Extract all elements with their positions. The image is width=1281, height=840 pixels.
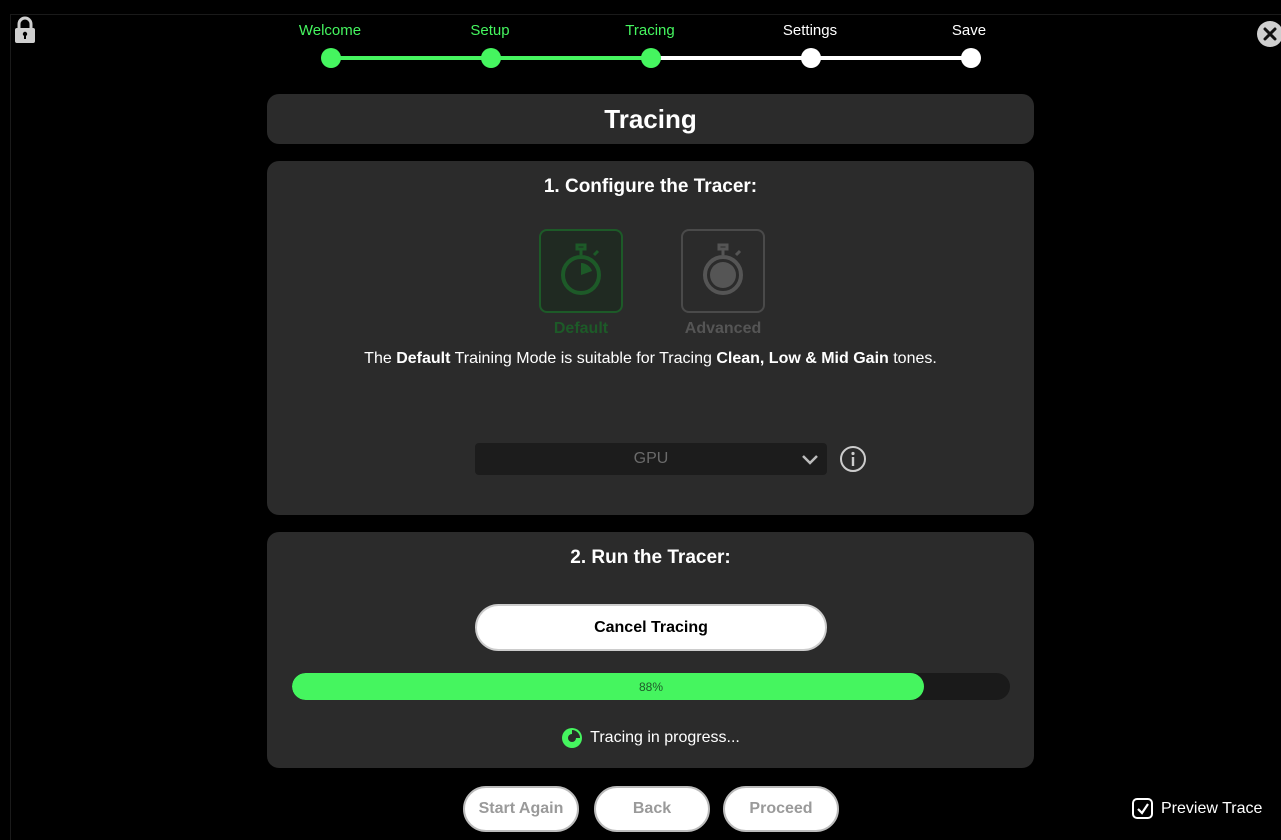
description-text: Training Mode is suitable for Tracing xyxy=(450,350,717,367)
mode-description: The Default Training Mode is suitable fo… xyxy=(267,350,1034,368)
mode-default-button[interactable] xyxy=(539,229,623,313)
stopwatch-icon xyxy=(561,243,601,295)
step-label-save: Save xyxy=(951,22,987,39)
step-dot-setup xyxy=(481,48,501,68)
page-title: Tracing xyxy=(604,103,697,134)
progress-bar: 88% xyxy=(292,673,1010,700)
chevron-down-icon xyxy=(802,455,818,465)
cancel-tracing-button[interactable]: Cancel Tracing xyxy=(475,604,827,651)
info-icon[interactable] xyxy=(839,445,867,473)
step-label-settings: Settings xyxy=(782,22,838,39)
spinner-icon xyxy=(562,728,583,748)
step-dot-tracing xyxy=(641,48,661,68)
stopwatch-icon xyxy=(703,243,743,295)
mode-advanced-button[interactable] xyxy=(681,229,765,313)
step-dot-welcome xyxy=(321,48,341,68)
back-button[interactable]: Back xyxy=(594,786,710,832)
proceed-button[interactable]: Proceed xyxy=(723,786,839,832)
page-title-panel: Tracing xyxy=(267,94,1034,144)
step-dot-save xyxy=(961,48,981,68)
run-panel: 2. Run the Tracer: Cancel Tracing 88% Tr… xyxy=(267,532,1034,768)
preview-trace-label: Preview Trace xyxy=(1161,799,1263,817)
step-label-setup: Setup xyxy=(470,22,510,39)
checkmark-icon xyxy=(1136,802,1149,815)
device-select-value: GPU xyxy=(633,450,669,467)
configure-panel: 1. Configure the Tracer: Default Advance… xyxy=(267,161,1034,515)
run-heading: 2. Run the Tracer: xyxy=(570,547,731,568)
step-label-welcome: Welcome xyxy=(298,22,362,39)
description-mode: Default xyxy=(396,350,451,367)
progress-percent: 88% xyxy=(638,679,664,694)
preview-checkbox[interactable] xyxy=(1132,798,1153,819)
mode-default-label: Default xyxy=(553,320,609,337)
step-dot-settings xyxy=(801,48,821,68)
preview-trace-toggle[interactable]: Preview Trace xyxy=(1132,798,1262,819)
description-text: The xyxy=(364,350,397,367)
configure-heading: 1. Configure the Tracer: xyxy=(543,176,758,197)
start-again-button[interactable]: Start Again xyxy=(463,786,579,832)
status-row: Tracing in progress... xyxy=(267,727,1034,749)
step-label-tracing: Tracing xyxy=(625,22,675,39)
description-text: tones. xyxy=(888,350,937,367)
description-tones: Clean, Low & Mid Gain xyxy=(716,350,889,367)
mode-advanced-label: Advanced xyxy=(684,320,762,337)
progress-stepper: Welcome Setup Tracing Settings Save xyxy=(0,0,1281,80)
status-text: Tracing in progress... xyxy=(590,729,740,746)
device-select[interactable]: GPU xyxy=(475,443,827,475)
